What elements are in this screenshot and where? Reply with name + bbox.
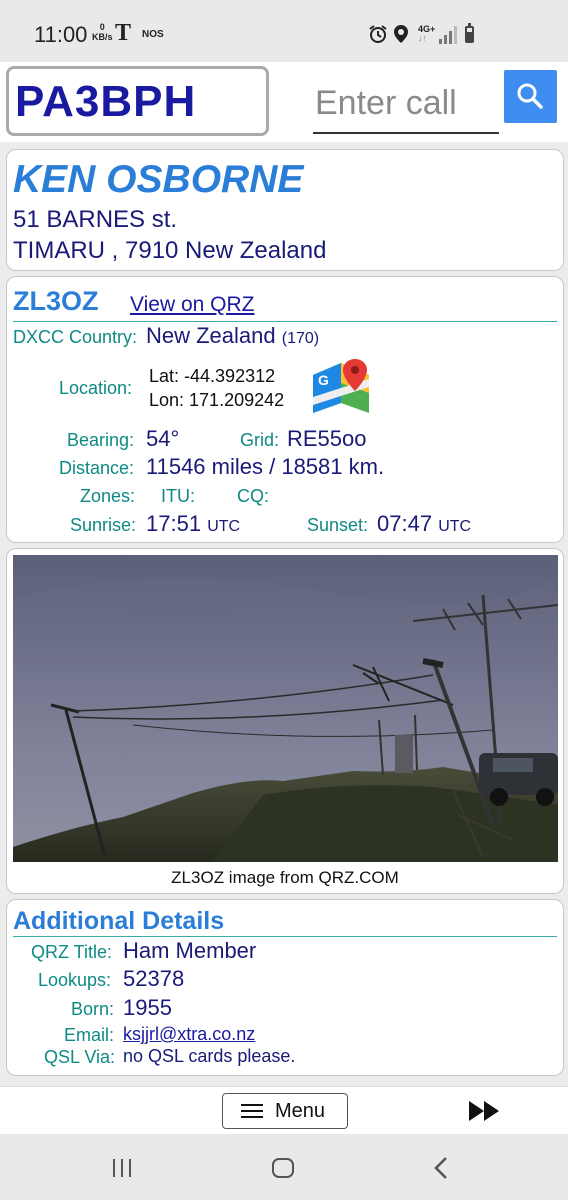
address-line-2: TIMARU , 7910 New Zealand: [13, 237, 327, 264]
station-info-card: ZL3OZ View on QRZ DXCC Country: New Zeal…: [6, 276, 564, 543]
news-app-icon: T: [115, 20, 132, 46]
grid-value: RE55oo: [287, 426, 367, 451]
search-button[interactable]: [504, 70, 557, 123]
clock: 11:00: [34, 22, 88, 47]
bearing-label: Bearing:: [67, 430, 135, 450]
location-icon: [393, 24, 409, 49]
sunrise-time: 17:51: [146, 511, 202, 536]
menu-label: Menu: [275, 1100, 326, 1122]
my-callsign-box[interactable]: PA3BPH: [6, 66, 269, 136]
view-on-qrz-link[interactable]: View on QRZ: [130, 293, 255, 317]
hamburger-icon: [241, 1104, 263, 1119]
divider: [13, 936, 557, 937]
lookups-label: Lookups:: [38, 970, 112, 990]
location-label: Location:: [59, 378, 133, 398]
contact-name: KEN OSBORNE: [13, 158, 304, 201]
fast-forward-icon[interactable]: [468, 1100, 502, 1122]
sunrise-label: Sunrise:: [70, 515, 137, 535]
data-rate-unit: KB/s: [92, 32, 113, 42]
station-photo[interactable]: [13, 555, 558, 862]
qsl-value: no QSL cards please.: [123, 1046, 296, 1066]
address-line-1: 51 BARNES st.: [13, 206, 178, 233]
search-icon: [517, 83, 543, 109]
qrz-title-label: QRZ Title:: [31, 942, 113, 962]
data-rate-value: 0: [99, 22, 105, 32]
back-icon[interactable]: [433, 1156, 449, 1180]
additional-details-heading: Additional Details: [13, 907, 225, 935]
station-callsign: ZL3OZ: [13, 286, 99, 316]
bearing-value: 54°: [146, 426, 180, 451]
alarm-icon: [368, 24, 388, 49]
my-callsign: PA3BPH: [15, 77, 197, 126]
photo-caption: ZL3OZ image from QRZ.COM: [171, 868, 399, 887]
sunrise-value: 17:51 UTC: [146, 511, 240, 537]
bottom-toolbar: Menu: [0, 1086, 568, 1134]
battery-icon: [465, 23, 474, 43]
recent-apps-icon[interactable]: [113, 1159, 133, 1177]
nos-app-icon: NOS: [142, 29, 164, 40]
google-maps-icon[interactable]: G: [311, 357, 371, 415]
contact-card: KEN OSBORNE 51 BARNES st. TIMARU , 7910 …: [6, 149, 564, 271]
menu-button[interactable]: Menu: [222, 1093, 348, 1129]
dxcc-code: (170): [281, 330, 320, 347]
app-header: PA3BPH: [0, 62, 568, 142]
divider: [13, 321, 557, 322]
sunset-time: 07:47: [377, 511, 433, 536]
station-photo-card: ZL3OZ image from QRZ.COM: [6, 548, 564, 894]
distance-label: Distance:: [59, 458, 135, 478]
network-activity: ↓↑: [418, 33, 427, 43]
svg-text:G: G: [318, 372, 329, 388]
email-link[interactable]: ksjjrl@xtra.co.nz: [123, 1024, 255, 1045]
status-bar: 11:00 0 KB/s T NOS 4G+ ↓↑: [0, 0, 568, 62]
signal-icon: [439, 26, 457, 44]
distance-value: 11546 miles / 18581 km.: [146, 454, 385, 479]
sunset-value: 07:47 UTC: [377, 511, 471, 537]
grid-label: Grid:: [240, 430, 280, 450]
latitude: Lat: -44.392312: [149, 366, 276, 386]
additional-details-card: Additional Details QRZ Title: Ham Member…: [6, 899, 564, 1076]
dxcc-value: New Zealand (170): [146, 323, 319, 349]
call-search-input[interactable]: [313, 74, 499, 134]
dxcc-country: New Zealand: [146, 323, 276, 348]
system-nav-bar: [0, 1134, 568, 1200]
home-icon[interactable]: [272, 1158, 294, 1178]
cq-label: CQ:: [237, 486, 270, 506]
itu-label: ITU:: [161, 486, 195, 506]
data-rate-indicator: 0 KB/s: [92, 22, 113, 42]
born-value: 1955: [123, 995, 172, 1020]
longitude: Lon: 171.209242: [149, 390, 285, 410]
sunset-label: Sunset:: [307, 515, 369, 535]
dxcc-label: DXCC Country:: [13, 327, 138, 347]
zones-label: Zones:: [80, 486, 136, 506]
network-type: 4G+ ↓↑: [418, 25, 435, 43]
email-label: Email:: [64, 1025, 115, 1045]
qsl-label: QSL Via:: [44, 1047, 116, 1067]
born-label: Born:: [71, 999, 115, 1019]
lookups-value: 52378: [123, 966, 185, 991]
qrz-title-value: Ham Member: [123, 938, 257, 963]
sunrise-tz: UTC: [207, 518, 241, 535]
sunset-tz: UTC: [438, 518, 472, 535]
